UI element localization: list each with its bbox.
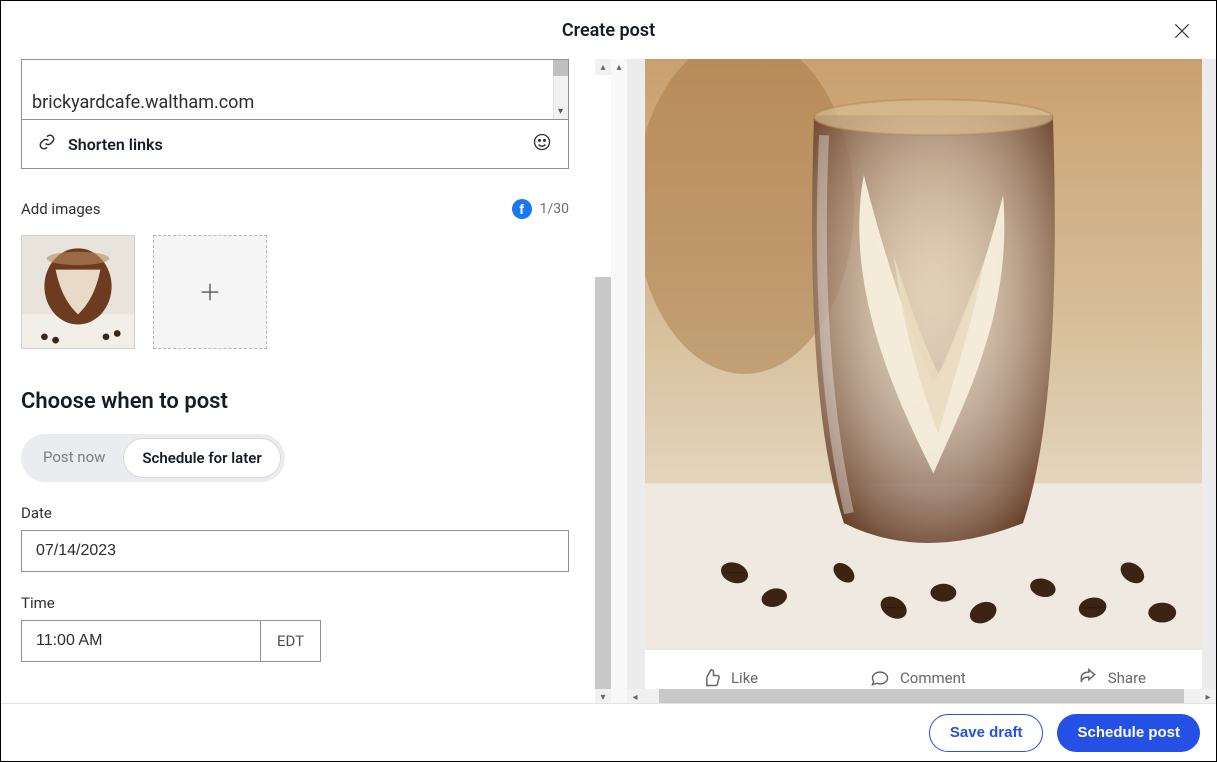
date-input[interactable] [21, 530, 569, 572]
timezone-indicator: EDT [261, 620, 321, 662]
plus-icon [199, 281, 221, 303]
scheduling-heading: Choose when to post [21, 389, 591, 414]
shorten-links-label: Shorten links [68, 135, 163, 154]
compose-panel: brickyardcafe.waltham.com ▾ Shorten link… [1, 59, 611, 705]
preview-image [645, 59, 1202, 649]
scroll-up-arrow[interactable]: ▴ [595, 59, 611, 75]
post-now-option[interactable]: Post now [25, 438, 123, 478]
add-images-label: Add images [21, 200, 101, 218]
image-counter: 1/30 [540, 201, 569, 217]
coffee-preview-art [645, 59, 1202, 649]
modal-title: Create post [562, 20, 655, 41]
close-icon [1172, 21, 1192, 41]
preview-panel: ▴ [611, 59, 1216, 705]
date-label: Date [21, 504, 591, 522]
thumbs-up-icon [701, 668, 721, 688]
comment-icon [870, 668, 890, 688]
post-link-text: brickyardcafe.waltham.com [32, 92, 254, 113]
modal-footer: Save draft Schedule post [1, 703, 1216, 761]
textarea-scrollbar[interactable]: ▾ [553, 60, 568, 119]
add-images-header: Add images f 1/30 [21, 199, 569, 219]
schedule-toggle: Post now Schedule for later [21, 434, 285, 482]
time-label: Time [21, 594, 591, 612]
time-input[interactable] [21, 620, 261, 662]
like-button[interactable]: Like [701, 668, 758, 688]
left-panel-scrollbar[interactable]: ▴ ▾ [595, 59, 611, 705]
comment-button[interactable]: Comment [870, 668, 966, 688]
post-text-area[interactable]: brickyardcafe.waltham.com ▾ [21, 59, 569, 119]
post-preview-card: Like Comment Share [645, 59, 1202, 705]
close-button[interactable] [1170, 19, 1194, 43]
emoji-picker-button[interactable] [532, 132, 552, 156]
image-count-indicator: f 1/30 [512, 199, 569, 219]
add-image-button[interactable] [153, 235, 267, 349]
schedule-post-button[interactable]: Schedule post [1057, 714, 1200, 752]
share-icon [1078, 668, 1098, 688]
link-icon [38, 133, 56, 155]
coffee-thumbnail-art [22, 236, 134, 348]
chevron-down-icon[interactable]: ▾ [553, 104, 568, 119]
modal-header: Create post [1, 1, 1216, 59]
image-thumbnail-1[interactable] [21, 235, 135, 349]
chevron-up-icon[interactable]: ▴ [611, 59, 627, 75]
shorten-links-button[interactable]: Shorten links [38, 133, 163, 155]
save-draft-button[interactable]: Save draft [929, 714, 1044, 752]
facebook-icon: f [512, 199, 532, 219]
share-button[interactable]: Share [1078, 668, 1146, 688]
preview-vertical-scrollbar[interactable]: ▴ [611, 59, 627, 705]
schedule-later-option[interactable]: Schedule for later [123, 438, 280, 478]
shorten-links-bar: Shorten links [21, 119, 569, 169]
smiley-icon [532, 132, 552, 152]
